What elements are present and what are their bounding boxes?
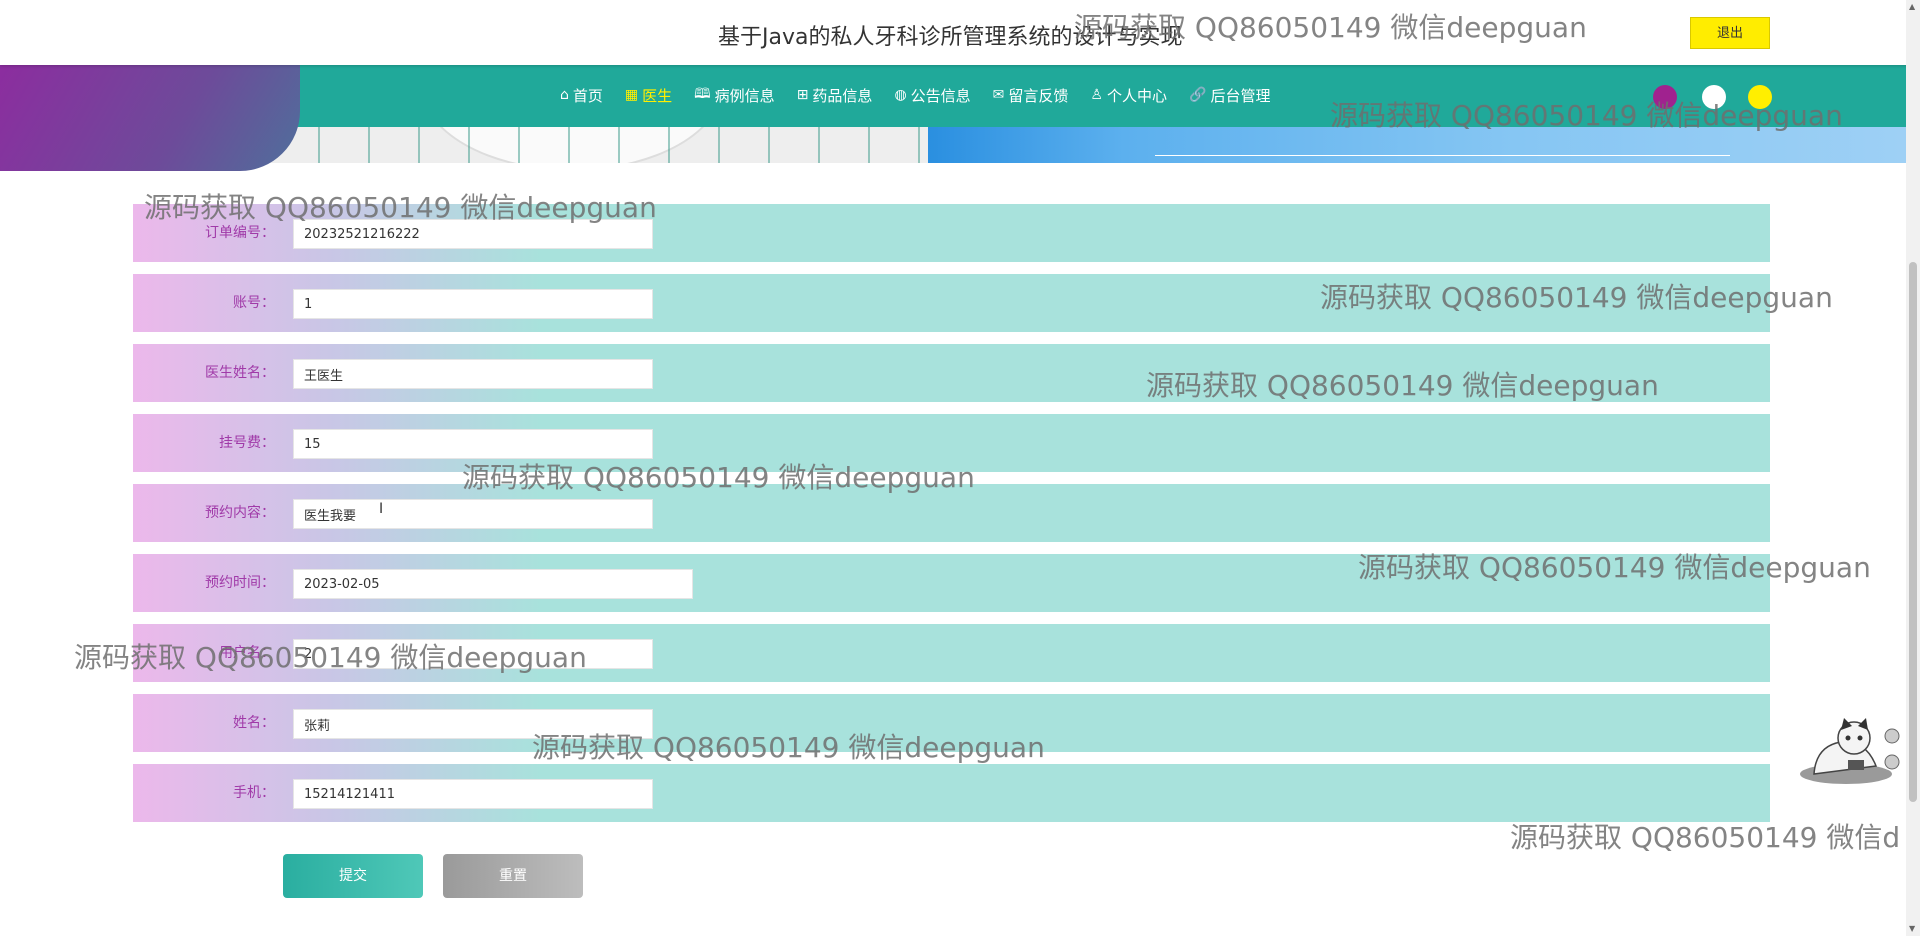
nav-item-cases[interactable]: 🕮 病例信息 — [694, 84, 775, 106]
nav-item-home[interactable]: ⌂ 首页 — [560, 84, 603, 106]
nav-label: 医生 — [642, 86, 673, 105]
field-label: 订单编号： — [205, 225, 275, 241]
nav-item-notices[interactable]: ◍ 公告信息 — [894, 84, 970, 106]
nav-label: 个人中心 — [1106, 86, 1167, 105]
globe-icon: ◍ — [894, 87, 907, 103]
logout-button[interactable]: 退出 — [1690, 17, 1770, 49]
phone-field[interactable] — [293, 779, 653, 809]
theme-dot-purple[interactable] — [1653, 85, 1677, 109]
form-row-phone: 手机： — [133, 764, 1770, 822]
mascot-widget-icon[interactable] — [1796, 716, 1900, 786]
nav-label: 药品信息 — [812, 86, 873, 105]
form-row-name: 姓名： — [133, 694, 1770, 752]
nav-purple-wedge — [0, 65, 300, 171]
content-field[interactable] — [293, 499, 653, 529]
form-row-username: 用户名： — [133, 624, 1770, 682]
nav-item-drugs[interactable]: ⊞ 药品信息 — [797, 84, 873, 106]
field-label: 预约时间： — [205, 575, 275, 591]
fee-field[interactable] — [293, 429, 653, 459]
site-title: 基于Java的私人牙科诊所管理系统的设计与实现 — [718, 25, 1183, 50]
time-field[interactable] — [293, 569, 693, 599]
page-scrollbar[interactable]: ▲ ▼ — [1906, 0, 1920, 936]
form-row-time: 预约时间： — [133, 554, 1770, 612]
gift-icon: ⊞ — [796, 87, 809, 103]
banner-line — [1155, 155, 1730, 156]
top-header: 基于Java的私人牙科诊所管理系统的设计与实现 退出 — [0, 0, 1920, 65]
nav-label: 公告信息 — [910, 86, 971, 105]
reset-button[interactable]: 重置 — [443, 854, 583, 898]
field-label: 挂号费： — [219, 435, 275, 451]
field-label: 用户名： — [219, 645, 275, 661]
form-row-account: 账号： — [133, 274, 1770, 332]
scrollbar-thumb[interactable] — [1909, 262, 1917, 802]
field-label: 手机： — [233, 785, 275, 801]
order-no-field[interactable] — [293, 219, 653, 249]
nav-label: 首页 — [572, 86, 603, 105]
field-label: 医生姓名： — [205, 365, 275, 381]
field-label: 姓名： — [233, 715, 275, 731]
user-icon: ♙ — [1090, 87, 1103, 103]
scroll-down-icon[interactable]: ▼ — [1909, 924, 1915, 933]
doctor-icon: ▦ — [624, 87, 639, 103]
form-row-doctor-name: 医生姓名： — [133, 344, 1770, 402]
nav-item-feedback[interactable]: ✉ 留言反馈 — [993, 84, 1069, 106]
nav-item-profile[interactable]: ♙ 个人中心 — [1090, 84, 1167, 106]
nav-item-admin[interactable]: 🔗 后台管理 — [1189, 84, 1270, 106]
nav-label: 后台管理 — [1210, 86, 1271, 105]
theme-dot-white[interactable] — [1702, 85, 1726, 109]
username-field[interactable] — [293, 639, 653, 669]
form-row-order-no: 订单编号： — [133, 204, 1770, 262]
field-label: 账号： — [233, 295, 275, 311]
form-row-fee: 挂号费： — [133, 414, 1770, 472]
link-icon: 🔗 — [1189, 87, 1207, 103]
field-label: 预约内容： — [205, 505, 275, 521]
doctor-name-field[interactable] — [293, 359, 653, 389]
book-icon: 🕮 — [694, 86, 711, 102]
theme-dot-yellow[interactable] — [1748, 85, 1772, 109]
account-field[interactable] — [293, 289, 653, 319]
scroll-up-icon[interactable]: ▲ — [1909, 2, 1915, 11]
name-field[interactable] — [293, 709, 653, 739]
main-nav: ⌂ 首页 ▦ 医生 🕮 病例信息 ⊞ 药品信息 ◍ 公告信息 ✉ 留言反馈 ♙ 个人中心 🔗 后… — [560, 84, 1292, 106]
nav-label: 病例信息 — [714, 86, 775, 105]
home-icon: ⌂ — [560, 87, 569, 103]
nav-item-doctor[interactable]: ▦ 医生 — [625, 84, 672, 106]
text-cursor-icon: I — [379, 501, 384, 517]
submit-button[interactable]: 提交 — [283, 854, 423, 898]
appointment-form: 订单编号： 账号： 医生姓名： 挂号费： 预约内容： 预约时间： 用户名： 姓名… — [133, 204, 1770, 834]
nav-label: 留言反馈 — [1008, 86, 1069, 105]
mail-icon: ✉ — [992, 87, 1005, 103]
